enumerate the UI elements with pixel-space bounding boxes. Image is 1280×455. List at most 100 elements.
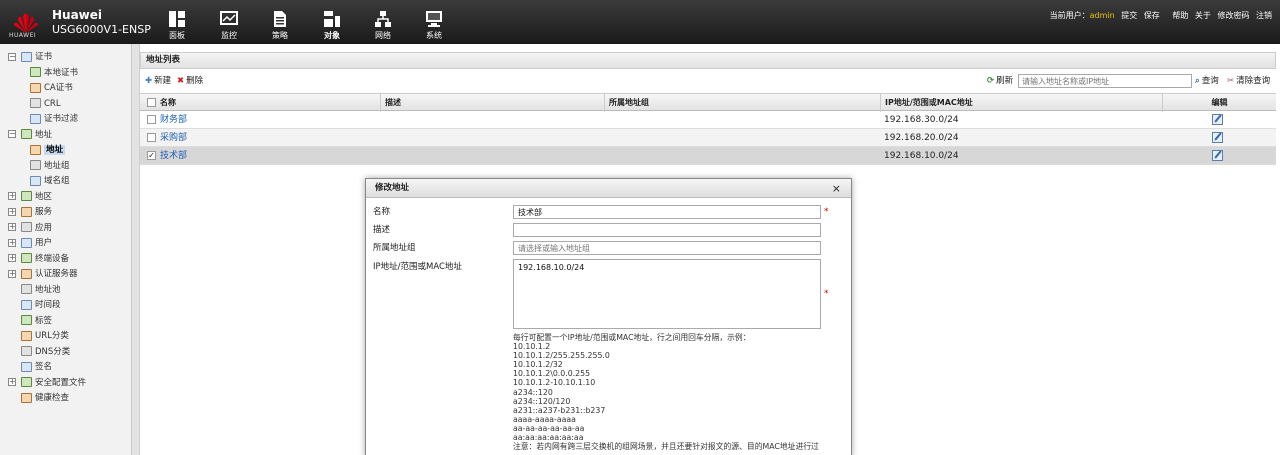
splitter[interactable] <box>132 44 140 455</box>
sidebar-item-label: 地址池 <box>35 284 61 295</box>
top-links: 当前用户：admin 提交 保存 帮助 关于 修改密码 注销 <box>1050 10 1272 21</box>
edit-address-dialog: 修改地址 × 名称 * 描述 所属地址组 IP地址/范围或MAC地址 * 每行可… <box>365 178 852 455</box>
add-icon: ✚ <box>145 76 153 86</box>
sidebar-item[interactable]: + 认证服务器 <box>8 267 78 282</box>
nav-policy[interactable]: 策略 <box>260 10 300 44</box>
tree-node-icon <box>21 206 32 217</box>
sidebar-item[interactable]: − 证书 <box>8 50 52 65</box>
expand-icon[interactable]: + <box>8 269 16 278</box>
dashboard-icon <box>169 11 185 27</box>
help-line: a234::120/120 <box>513 396 571 406</box>
col-address[interactable]: IP地址/范围或MAC地址 <box>880 94 1162 112</box>
nav-dashboard[interactable]: 面板 <box>157 10 197 44</box>
col-group[interactable]: 所属地址组 <box>604 94 880 112</box>
row-checkbox[interactable]: ✓ <box>147 151 156 160</box>
row-name-link[interactable]: 技术部 <box>160 147 187 165</box>
help-line: a231::a237-b231::b237 <box>513 405 606 415</box>
sidebar-item[interactable]: − 地址 <box>8 128 52 143</box>
sidebar-item-label: 时间段 <box>35 300 61 310</box>
delete-button[interactable]: ✖ 删除 <box>177 71 203 91</box>
sidebar-item[interactable]: + 地区 <box>8 190 52 205</box>
sidebar-item-label: DNS分类 <box>35 346 71 357</box>
table-row[interactable]: 财务部 192.168.30.0/24 <box>140 111 1276 129</box>
help-line: 10.10.1.2/32 <box>513 360 563 370</box>
change-password-link[interactable]: 修改密码 <box>1217 11 1249 20</box>
expand-icon[interactable]: + <box>8 378 16 386</box>
sidebar-item[interactable]: 域名组 <box>30 174 70 189</box>
help-line: 每行可配置一个IP地址/范围或MAC地址，行之间用回车分隔，示例： <box>513 333 751 342</box>
col-name[interactable]: 名称 <box>156 94 380 112</box>
expand-icon[interactable]: + <box>8 223 16 231</box>
save-link[interactable]: 保存 <box>1144 11 1160 20</box>
expand-icon[interactable]: + <box>8 254 16 262</box>
sidebar-item[interactable]: CA证书 <box>30 81 73 96</box>
commit-link[interactable]: 提交 <box>1121 11 1137 20</box>
name-field[interactable] <box>513 205 821 219</box>
sidebar-item[interactable]: 签名 <box>8 360 52 375</box>
logout-link[interactable]: 注销 <box>1256 11 1272 20</box>
row-name-link[interactable]: 财务部 <box>160 111 187 129</box>
sidebar-item[interactable]: + 用户 <box>8 236 52 251</box>
table-row[interactable]: 采购部 192.168.20.0/24 <box>140 129 1276 147</box>
close-icon[interactable]: × <box>832 179 841 198</box>
sidebar-item[interactable]: 本地证书 <box>30 66 78 81</box>
sidebar-item[interactable]: DNS分类 <box>8 345 70 360</box>
table-row[interactable]: ✓ 技术部 192.168.10.0/24 <box>140 147 1276 165</box>
logo-text: HUAWEI <box>9 32 37 39</box>
sidebar-item[interactable]: + 服务 <box>8 205 52 220</box>
sidebar-item[interactable]: 地址池 <box>8 283 61 298</box>
sidebar-item[interactable]: + 安全配置文件 <box>8 376 86 391</box>
edit-icon[interactable] <box>1212 150 1223 161</box>
monitor-icon <box>220 11 238 25</box>
brand-name: Huawei <box>52 8 103 22</box>
sidebar-item-label: 地址 <box>44 145 66 155</box>
description-field[interactable] <box>513 223 821 237</box>
row-checkbox[interactable] <box>147 115 156 124</box>
tree-node-icon <box>21 268 32 279</box>
sidebar-item[interactable]: 标签 <box>8 314 52 329</box>
search-input[interactable] <box>1018 74 1192 88</box>
expand-icon[interactable]: + <box>8 207 16 216</box>
nav-label: 面板 <box>169 31 185 40</box>
collapse-icon[interactable]: − <box>8 130 16 138</box>
nav-network[interactable]: 网络 <box>363 10 403 44</box>
query-button[interactable]: ⌕ 查询 <box>1195 71 1219 91</box>
refresh-button[interactable]: ⟳ 刷新 <box>987 71 1013 91</box>
edit-icon[interactable] <box>1212 132 1223 143</box>
clear-query-button[interactable]: ✂ 清除查询 <box>1227 71 1270 91</box>
sidebar-item[interactable]: 健康检查 <box>8 391 69 406</box>
sidebar-item[interactable]: 地址组 <box>30 159 70 174</box>
collapse-icon[interactable]: − <box>8 52 16 61</box>
ip-address-field[interactable] <box>513 259 821 329</box>
row-checkbox[interactable] <box>147 133 156 142</box>
edit-icon[interactable] <box>1212 114 1223 125</box>
nav-label: 系统 <box>426 31 442 40</box>
about-link[interactable]: 关于 <box>1195 11 1211 20</box>
ip-format-help: 每行可配置一个IP地址/范围或MAC地址，行之间用回车分隔，示例： 10.10.1… <box>513 333 848 451</box>
sidebar-item[interactable]: + 应用 <box>8 221 52 236</box>
group-field[interactable] <box>513 241 821 255</box>
object-icon <box>324 11 340 27</box>
nav-monitor[interactable]: 监控 <box>209 10 249 44</box>
help-link[interactable]: 帮助 <box>1172 11 1188 20</box>
network-icon <box>375 11 391 27</box>
sidebar-item[interactable]: 时间段 <box>8 298 61 313</box>
new-button[interactable]: ✚ 新建 <box>145 71 171 91</box>
sidebar-item[interactable]: 地址 <box>30 143 66 158</box>
col-description[interactable]: 描述 <box>380 94 604 112</box>
select-all-checkbox[interactable] <box>147 98 156 107</box>
object-tree: − 证书 本地证书 CA证书 CRL 证书过滤 − 地址地址地址组 域名组 + 地区 + 服务 + 应用 + 用… <box>0 44 132 455</box>
tree-node-icon <box>30 160 41 170</box>
sidebar-item[interactable]: CRL <box>30 97 61 112</box>
expand-icon[interactable]: + <box>8 192 16 200</box>
expand-icon[interactable]: + <box>8 238 16 247</box>
refresh-icon: ⟳ <box>987 76 995 86</box>
delete-label: 删除 <box>186 76 204 86</box>
row-name-link[interactable]: 采购部 <box>160 129 187 147</box>
nav-system[interactable]: 系统 <box>414 10 454 44</box>
sidebar-item-label: 标签 <box>35 315 53 326</box>
sidebar-item[interactable]: 证书过滤 <box>30 112 78 127</box>
nav-object[interactable]: 对象 <box>312 10 352 44</box>
sidebar-item[interactable]: + 终端设备 <box>8 252 69 267</box>
sidebar-item[interactable]: URL分类 <box>8 329 69 344</box>
